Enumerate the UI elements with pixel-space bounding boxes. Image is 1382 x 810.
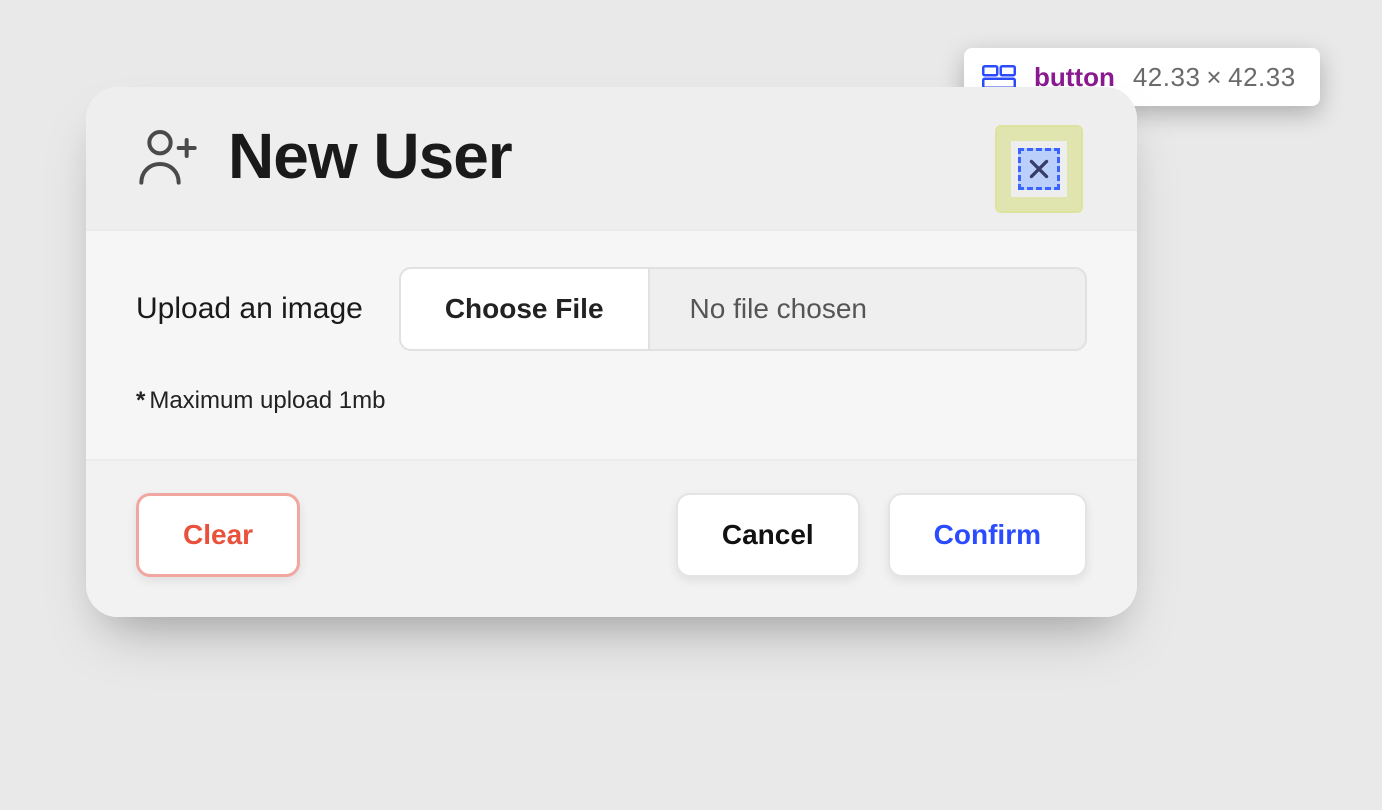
tooltip-dimensions: 42.33×42.33	[1133, 64, 1296, 90]
add-user-icon	[136, 124, 200, 188]
upload-hint: *Maximum upload 1mb	[136, 387, 1087, 415]
close-button[interactable]	[997, 127, 1081, 211]
tooltip-height: 42.33	[1228, 62, 1296, 92]
dialog-title: New User	[228, 119, 512, 193]
cancel-button[interactable]: Cancel	[676, 493, 860, 577]
dialog-header: New User	[86, 87, 1137, 229]
tooltip-dim-separator: ×	[1200, 62, 1228, 92]
required-asterisk: *	[136, 387, 145, 414]
upload-label: Upload an image	[136, 292, 363, 326]
clear-button[interactable]: Clear	[136, 493, 300, 577]
dialog-footer: Clear Cancel Confirm	[86, 461, 1137, 617]
close-icon	[1018, 148, 1060, 190]
file-input[interactable]: Choose File No file chosen	[399, 267, 1087, 351]
confirm-button[interactable]: Confirm	[888, 493, 1087, 577]
choose-file-button[interactable]: Choose File	[401, 269, 650, 349]
upload-row: Upload an image Choose File No file chos…	[136, 267, 1087, 351]
dialog-body: Upload an image Choose File No file chos…	[86, 229, 1137, 461]
tooltip-width: 42.33	[1133, 62, 1201, 92]
upload-hint-text: Maximum upload 1mb	[149, 387, 385, 414]
flex-container-icon	[982, 65, 1016, 89]
file-status: No file chosen	[650, 269, 1085, 349]
new-user-dialog: New User Upload an image Choose File No …	[86, 87, 1137, 617]
